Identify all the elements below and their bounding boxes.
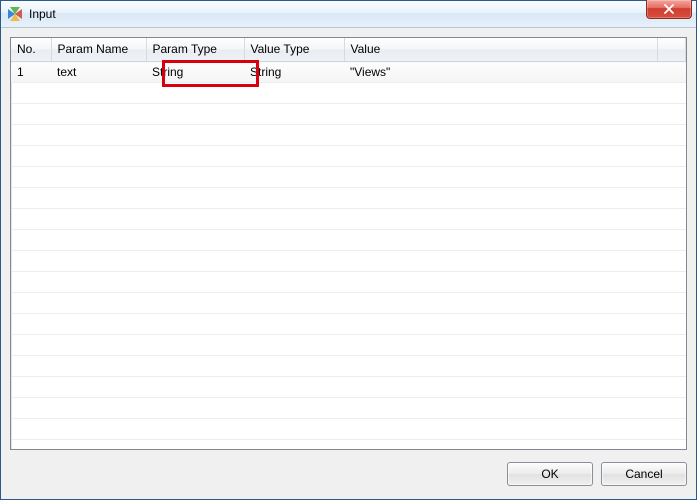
table-row <box>11 272 686 293</box>
params-table-frame: No. Param Name Param Type Value Type Val… <box>10 37 687 450</box>
table-row <box>11 125 686 146</box>
table-row <box>11 419 686 440</box>
dialog-window: Input No. Param Name Param Type <box>0 0 697 500</box>
params-table[interactable]: No. Param Name Param Type Value Type Val… <box>11 38 686 440</box>
app-icon <box>7 6 23 22</box>
col-header-param-name[interactable]: Param Name <box>51 38 146 62</box>
table-row <box>11 146 686 167</box>
table-row <box>11 167 686 188</box>
cell-no[interactable]: 1 <box>11 62 51 83</box>
table-row <box>11 335 686 356</box>
window-title: Input <box>29 7 56 21</box>
cell-value-type[interactable]: String <box>244 62 344 83</box>
table-row <box>11 377 686 398</box>
cancel-button[interactable]: Cancel <box>601 462 687 486</box>
table-row <box>11 356 686 377</box>
table-row <box>11 230 686 251</box>
ok-button[interactable]: OK <box>507 462 593 486</box>
col-header-spacer <box>658 38 686 62</box>
cell-param-type[interactable]: String <box>146 62 244 83</box>
table-row <box>11 209 686 230</box>
col-header-value-type[interactable]: Value Type <box>244 38 344 62</box>
table-row <box>11 314 686 335</box>
table-row[interactable]: 1 text String String "Views" <box>11 62 686 83</box>
col-header-no[interactable]: No. <box>11 38 51 62</box>
cell-param-name[interactable]: text <box>51 62 146 83</box>
window-controls <box>646 1 692 27</box>
col-header-param-type[interactable]: Param Type <box>146 38 244 62</box>
table-row <box>11 188 686 209</box>
titlebar[interactable]: Input <box>1 1 696 28</box>
dialog-body: No. Param Name Param Type Value Type Val… <box>1 28 696 499</box>
close-button[interactable] <box>646 0 692 19</box>
table-row <box>11 398 686 419</box>
col-header-value[interactable]: Value <box>344 38 658 62</box>
cell-value[interactable]: "Views" <box>344 62 658 83</box>
table-row <box>11 293 686 314</box>
table-row <box>11 104 686 125</box>
table-row <box>11 83 686 104</box>
button-bar: OK Cancel <box>10 450 687 490</box>
cell-spacer <box>658 62 686 83</box>
table-row <box>11 251 686 272</box>
table-header-row: No. Param Name Param Type Value Type Val… <box>11 38 686 62</box>
